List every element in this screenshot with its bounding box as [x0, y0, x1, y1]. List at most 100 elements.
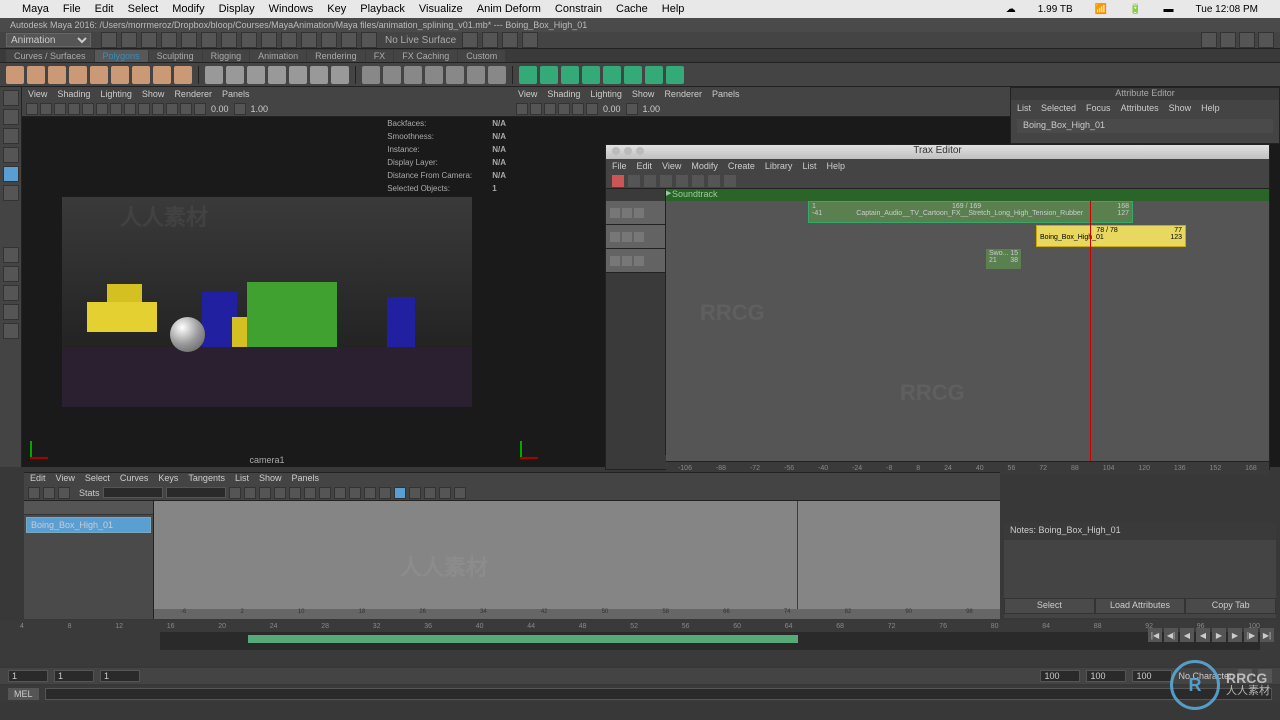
step-back-icon[interactable]: ◀: [1180, 628, 1194, 642]
sculpt-icon-1[interactable]: [519, 66, 537, 84]
vp2-exp-icon[interactable]: [626, 103, 638, 115]
soundtrack-header[interactable]: Soundtrack: [666, 189, 1269, 201]
command-input[interactable]: [45, 688, 1272, 700]
trax-group-icon[interactable]: [708, 175, 720, 187]
step-back-key-icon[interactable]: ◀|: [1164, 628, 1178, 642]
render-icon[interactable]: [321, 32, 337, 48]
vp2-lock-icon[interactable]: [530, 103, 542, 115]
poly-pipe-icon[interactable]: [174, 66, 192, 84]
select-tool-icon[interactable]: [3, 90, 19, 106]
new-scene-icon[interactable]: [101, 32, 117, 48]
shelf-tab-polygons[interactable]: Polygons: [95, 50, 148, 62]
render-settings-icon[interactable]: [361, 32, 377, 48]
playback-start-field-2[interactable]: [100, 670, 140, 682]
shelf-tab-fxcaching[interactable]: FX Caching: [394, 50, 457, 62]
sculpt-icon-7[interactable]: [645, 66, 663, 84]
undo-icon[interactable]: [161, 32, 177, 48]
ge-unify-icon[interactable]: [349, 487, 361, 499]
sculpt-icon-4[interactable]: [582, 66, 600, 84]
playback-end-field-2[interactable]: [1086, 670, 1126, 682]
trax-playhead[interactable]: [1090, 201, 1091, 461]
trax-copy-icon[interactable]: [644, 175, 656, 187]
detach-icon[interactable]: [467, 66, 485, 84]
reduce-icon[interactable]: [289, 66, 307, 84]
sculpt-icon-8[interactable]: [666, 66, 684, 84]
vp-shaded-icon[interactable]: [124, 103, 136, 115]
ge-move-key-icon[interactable]: [28, 487, 40, 499]
vp-grid-icon[interactable]: [82, 103, 94, 115]
poly-cylinder-icon[interactable]: [48, 66, 66, 84]
vp-lights-icon[interactable]: [152, 103, 164, 115]
sculpt-icon-2[interactable]: [540, 66, 558, 84]
ipr-icon[interactable]: [341, 32, 357, 48]
ge-pre-icon[interactable]: [439, 487, 451, 499]
shelf-tab-animation[interactable]: Animation: [250, 50, 306, 62]
vp-wire-icon[interactable]: [110, 103, 122, 115]
minimize-icon[interactable]: [624, 147, 632, 155]
lasso-tool-icon[interactable]: [3, 109, 19, 125]
poly-pyramid-icon[interactable]: [153, 66, 171, 84]
ge-outliner[interactable]: Boing_Box_High_01: [24, 501, 154, 619]
range-slider-bar[interactable]: [248, 635, 798, 643]
save-scene-icon[interactable]: [141, 32, 157, 48]
connect-icon[interactable]: [446, 66, 464, 84]
boolean-icon[interactable]: [268, 66, 286, 84]
history-icon[interactable]: [301, 32, 317, 48]
layout-outliner-icon[interactable]: [3, 323, 19, 339]
play-back-icon[interactable]: ◀: [1196, 628, 1210, 642]
ge-break-icon[interactable]: [334, 487, 346, 499]
copy-tab-button[interactable]: Copy Tab: [1185, 598, 1276, 614]
shelf-tab-curves[interactable]: Curves / Surfaces: [6, 50, 94, 62]
ge-spline-icon[interactable]: [229, 487, 241, 499]
play-forward-icon[interactable]: ▶: [1212, 628, 1226, 642]
sym-z-icon[interactable]: [502, 32, 518, 48]
ge-clamped-icon[interactable]: [259, 487, 271, 499]
bridge-icon[interactable]: [362, 66, 380, 84]
layout-icon-1[interactable]: [1201, 32, 1217, 48]
trax-track-3[interactable]: [606, 249, 665, 273]
layout-persp-icon[interactable]: [3, 304, 19, 320]
time-slider[interactable]: 4812 162024 283236 404448 525660 646872 …: [0, 620, 1280, 666]
trax-paste-icon[interactable]: [660, 175, 672, 187]
layout-single-icon[interactable]: [3, 247, 19, 263]
vp-xray-icon[interactable]: [180, 103, 192, 115]
snap-plane-icon[interactable]: [261, 32, 277, 48]
shelf-tab-fx[interactable]: FX: [366, 50, 394, 62]
ge-outliner-item[interactable]: Boing_Box_High_01: [26, 517, 151, 533]
step-forward-icon[interactable]: ▶: [1228, 628, 1242, 642]
audio-clip-1[interactable]: 1169 / 169168 -41Captain_Audio__TV_Carto…: [808, 201, 1133, 223]
trax-ungroup-icon[interactable]: [724, 175, 736, 187]
step-forward-key-icon[interactable]: |▶: [1244, 628, 1258, 642]
anim-end-field[interactable]: [1132, 670, 1172, 682]
layout-icon-2[interactable]: [1220, 32, 1236, 48]
smooth-icon[interactable]: [247, 66, 265, 84]
vp-bookmark-icon[interactable]: [54, 103, 66, 115]
layout-two-icon[interactable]: [3, 285, 19, 301]
playback-end-field[interactable]: [1040, 670, 1080, 682]
shelf-tab-rendering[interactable]: Rendering: [307, 50, 365, 62]
vp2-cam-icon[interactable]: [516, 103, 528, 115]
load-attributes-button[interactable]: Load Attributes: [1095, 598, 1186, 614]
vp-imgplane-icon[interactable]: [68, 103, 80, 115]
ge-buffer-icon[interactable]: [394, 487, 406, 499]
shelf-tab-rigging[interactable]: Rigging: [203, 50, 250, 62]
trax-timeline[interactable]: Soundtrack 1169 / 169168 -41Captain_Audi…: [666, 189, 1269, 455]
poly-sphere-icon[interactable]: [6, 66, 24, 84]
mirror-icon[interactable]: [310, 66, 328, 84]
goto-end-icon[interactable]: ▶|: [1260, 628, 1274, 642]
vp-lock-icon[interactable]: [40, 103, 52, 115]
poly-prism-icon[interactable]: [132, 66, 150, 84]
vp2-wire-icon[interactable]: [558, 103, 570, 115]
scale-tool-icon[interactable]: [3, 166, 19, 182]
layout-four-icon[interactable]: [3, 266, 19, 282]
anim-start-field[interactable]: [8, 670, 48, 682]
layout-icon-4[interactable]: [1258, 32, 1274, 48]
wifi-icon[interactable]: 📶: [1095, 4, 1107, 15]
ge-swap-icon[interactable]: [409, 487, 421, 499]
flag-icon[interactable]: ▬: [1164, 4, 1174, 15]
sym-off-icon[interactable]: [522, 32, 538, 48]
mel-label[interactable]: MEL: [8, 688, 39, 700]
trax-frame-icon[interactable]: [676, 175, 688, 187]
playback-start-field[interactable]: [54, 670, 94, 682]
range-slider-track[interactable]: [160, 632, 1260, 650]
